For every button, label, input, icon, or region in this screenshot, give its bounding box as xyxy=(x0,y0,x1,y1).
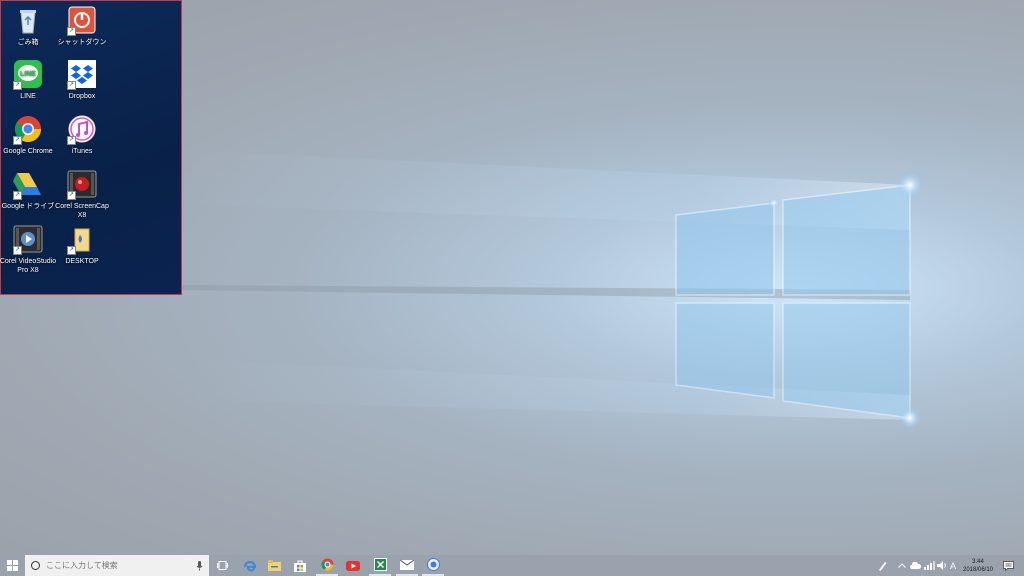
tray-pen-workspace[interactable] xyxy=(875,555,889,576)
shortcut-arrow-icon: ↗ xyxy=(13,246,22,255)
clock-date: 2018/06/10 xyxy=(962,566,994,573)
network-icon xyxy=(923,561,935,570)
itunes-icon: ↗ xyxy=(67,115,97,145)
pen-icon xyxy=(878,561,886,571)
desktop-icon-google-drive[interactable]: ↗ Google ドライブ xyxy=(0,170,58,211)
desktop-icon-google-chrome[interactable]: ↗ Google Chrome xyxy=(0,115,58,156)
corel-videostudio-icon: ↗ xyxy=(13,225,43,255)
chrome-icon: ↗ xyxy=(13,115,43,145)
notification-icon xyxy=(1002,560,1014,571)
desktop-icon-line[interactable]: LINE ↗ LINE xyxy=(0,60,58,101)
desktop-icon-label: シャットダウン xyxy=(57,39,107,46)
store-icon xyxy=(294,560,306,572)
desktop-icon-label: Corel ScreenCap X8 xyxy=(55,203,109,219)
youtube-icon xyxy=(346,560,360,571)
desktop-icon-label: Dropbox xyxy=(68,93,96,100)
shortcut-arrow-icon: ↗ xyxy=(67,27,76,36)
desktop-icon-label: ごみ箱 xyxy=(17,39,39,46)
desktop-icon-corel-videostudio[interactable]: ↗ Corel VideoStudio Pro X8 xyxy=(0,225,58,275)
svg-text:LINE: LINE xyxy=(20,71,36,78)
mail-icon xyxy=(400,559,414,570)
desktop-folder-icon: ↗ xyxy=(67,225,97,255)
shortcut-arrow-icon: ↗ xyxy=(13,191,22,200)
windows-start-icon xyxy=(7,560,18,571)
desktop-icon-label: Google Chrome xyxy=(3,148,53,155)
dropbox-icon: ↗ xyxy=(67,60,97,90)
task-view-button[interactable] xyxy=(212,555,232,576)
desktop-icon-label: LINE xyxy=(20,93,36,100)
start-button[interactable] xyxy=(0,555,25,576)
desktop-icon-recycle-bin[interactable]: ごみ箱 xyxy=(0,6,58,47)
desktop-icon-label: iTunes xyxy=(71,148,93,155)
google-drive-icon: ↗ xyxy=(13,170,43,200)
shortcut-arrow-icon: ↗ xyxy=(67,81,76,90)
taskbar-search[interactable] xyxy=(25,555,209,576)
chrome-icon xyxy=(320,558,333,571)
line-app-icon: LINE ↗ xyxy=(13,60,43,90)
cortana-icon xyxy=(31,561,40,570)
file-explorer-icon xyxy=(267,560,281,571)
tray-clock[interactable]: 3:44 2018/06/10 xyxy=(960,555,996,576)
shortcut-arrow-icon: ↗ xyxy=(67,191,76,200)
desktop-icon-label: Google ドライブ xyxy=(1,203,55,210)
chevron-up-icon xyxy=(898,563,906,568)
taskbar-file-explorer[interactable] xyxy=(264,555,284,576)
taskbar-youtube[interactable] xyxy=(343,555,363,576)
desktop-icon-label: Corel VideoStudio Pro X8 xyxy=(0,258,57,274)
shortcut-arrow-icon: ↗ xyxy=(13,81,22,90)
desktop-icon-dropbox[interactable]: ↗ Dropbox xyxy=(52,60,112,101)
shutdown-icon: ↗ xyxy=(67,6,97,36)
tray-network[interactable] xyxy=(922,555,936,576)
desktop-icon-desktop-folder[interactable]: ↗ DESKTOP xyxy=(52,225,112,266)
taskbar-app[interactable] xyxy=(422,555,444,576)
search-input[interactable] xyxy=(46,561,196,570)
desktop-icon-itunes[interactable]: ↗ iTunes xyxy=(52,115,112,156)
taskbar-store[interactable] xyxy=(290,555,310,576)
edge-icon xyxy=(243,560,256,572)
shortcut-arrow-icon: ↗ xyxy=(13,136,22,145)
shortcut-arrow-icon: ↗ xyxy=(67,246,76,255)
taskbar-excel[interactable] xyxy=(369,555,391,576)
action-center-button[interactable] xyxy=(998,555,1018,576)
app-icon xyxy=(426,558,440,571)
tray-onedrive[interactable] xyxy=(908,555,922,576)
taskbar-mail[interactable] xyxy=(396,555,418,576)
desktop-icon-corel-screencap[interactable]: ↗ Corel ScreenCap X8 xyxy=(52,170,112,220)
cloud-icon xyxy=(909,562,921,569)
task-view-icon xyxy=(216,561,228,570)
tray-ime-indicator[interactable]: A xyxy=(947,555,959,576)
corel-screencap-icon: ↗ xyxy=(67,170,97,200)
tray-show-hidden[interactable] xyxy=(896,555,908,576)
desktop-icons-panel: ごみ箱 ↗ シャットダウン LINE ↗ LINE ↗ Dropbox ↗ Go… xyxy=(0,0,182,295)
speaker-icon xyxy=(936,561,946,570)
desktop-wallpaper: ごみ箱 ↗ シャットダウン LINE ↗ LINE ↗ Dropbox ↗ Go… xyxy=(0,0,1024,555)
recycle-bin-icon xyxy=(13,6,43,36)
excel-icon xyxy=(373,558,387,571)
taskbar-chrome[interactable] xyxy=(316,555,338,576)
microphone-icon[interactable] xyxy=(196,560,203,571)
desktop-icon-shutdown[interactable]: ↗ シャットダウン xyxy=(52,6,112,47)
shortcut-arrow-icon: ↗ xyxy=(67,136,76,145)
desktop-icon-label: DESKTOP xyxy=(65,258,99,265)
clock-time: 3:44 xyxy=(972,558,984,565)
taskbar-edge[interactable] xyxy=(239,555,259,576)
taskbar: A 3:44 2018/06/10 xyxy=(0,555,1024,576)
